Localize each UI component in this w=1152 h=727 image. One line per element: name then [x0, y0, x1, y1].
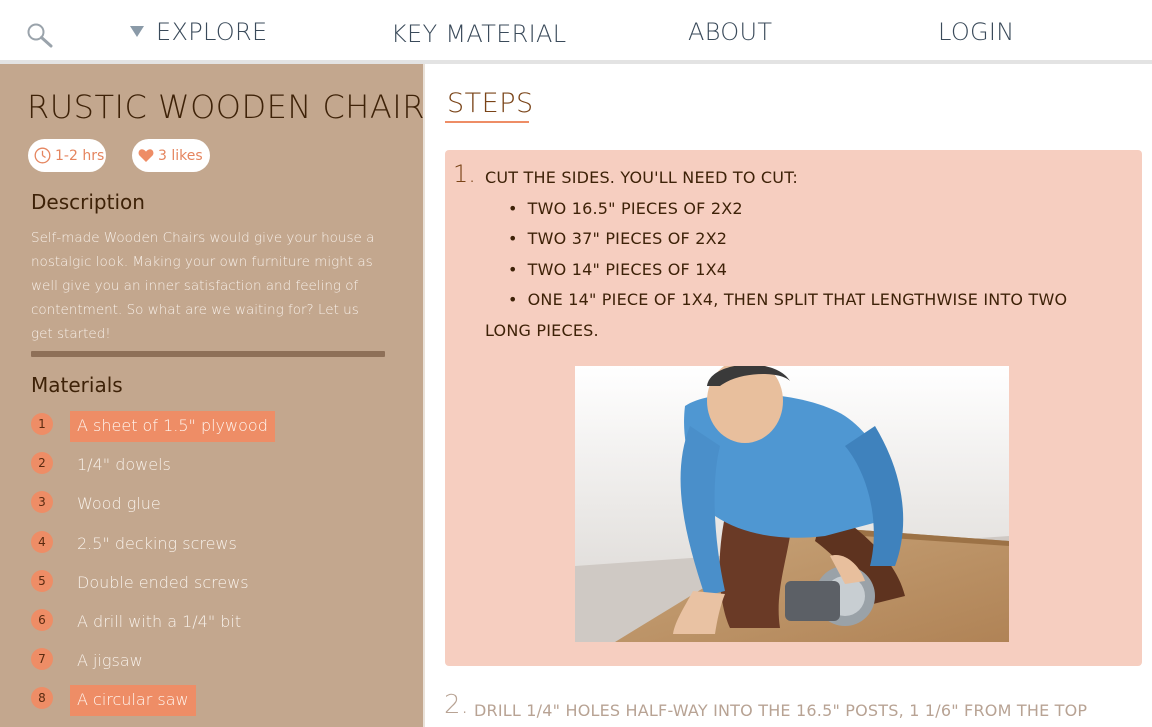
description-text: Self-made Wooden Chairs would give your … [31, 230, 375, 342]
nav-about[interactable]: ABOUT [688, 18, 772, 46]
project-sidebar: RUSTIC WOODEN CHAIR 1-2 hrs 3 likes Desc… [0, 64, 425, 727]
material-label: Wood glue [77, 494, 161, 514]
step-number-1: 1. [453, 160, 476, 188]
material-label: 1/4" dowels [77, 455, 171, 475]
material-label: 2.5" decking screws [77, 533, 237, 553]
description-heading: Description [31, 190, 145, 214]
material-label: Double ended screws [77, 572, 249, 592]
step-1-illustration [575, 366, 1009, 642]
nav-login[interactable]: LOGIN [938, 18, 1015, 46]
duration-badge: 1-2 hrs [28, 139, 106, 172]
likes-text: 3 likes [158, 147, 203, 164]
top-nav: EXPLORE KEY MATERIAL ABOUT LOGIN [0, 0, 1152, 60]
sidebar-edge [423, 64, 425, 727]
material-number: 3 [31, 491, 53, 514]
material-label: A jigsaw [77, 651, 143, 671]
steps-underline [445, 121, 529, 123]
likes-badge[interactable]: 3 likes [132, 139, 210, 172]
nav-explore[interactable]: EXPLORE [130, 18, 267, 46]
list-item[interactable]: 7 A jigsaw [31, 643, 401, 682]
material-label: A drill with a 1/4" bit [77, 611, 242, 631]
step-number-2: 2. [444, 690, 469, 720]
material-number: 2 [31, 452, 53, 475]
project-title: RUSTIC WOODEN CHAIR [27, 88, 425, 126]
duration-text: 1-2 hrs [55, 147, 105, 164]
nav-explore-label: EXPLORE [156, 18, 268, 46]
step-1-heading: Cut the sides. You'll need to cut: [485, 168, 799, 187]
step-1-bullet: One 14" piece of 1x4, then split that le… [508, 290, 1067, 309]
materials-list: 1 A sheet of 1.5" plywood 2 1/4" dowels 3 W… [31, 408, 401, 722]
list-item[interactable]: 2 1/4" dowels [31, 447, 401, 486]
material-label: A sheet of 1.5" plywood [70, 411, 275, 442]
list-item[interactable]: 8 A circular saw [31, 682, 401, 721]
step-1-bullet: Two 37" pieces of 2x2 [508, 229, 727, 248]
list-item[interactable]: 1 A sheet of 1.5" plywood [31, 408, 401, 447]
material-number: 8 [31, 687, 53, 710]
search-icon[interactable] [26, 22, 54, 48]
list-item[interactable]: 6 A drill with a 1/4" bit [31, 604, 401, 643]
step-1-bullet: Two 14" pieces of 1x4 [508, 260, 727, 279]
step-1-tail: long pieces. [485, 321, 599, 340]
list-item[interactable]: 3 Wood glue [31, 486, 401, 525]
material-number: 5 [31, 569, 53, 592]
material-number: 1 [31, 413, 53, 435]
step-2-heading: Drill 1/4" holes half-way into the 16.5"… [474, 701, 1088, 720]
nav-key-material[interactable]: KEY MATERIAL [391, 20, 566, 48]
material-number: 6 [31, 608, 53, 631]
list-item[interactable]: 5 Double ended screws [31, 565, 401, 604]
material-label: A circular saw [70, 685, 196, 717]
material-number: 4 [31, 530, 53, 553]
caret-down-icon [130, 25, 144, 37]
section-divider [31, 351, 385, 357]
step-1-bullet: Two 16.5" pieces of 2x2 [508, 199, 743, 218]
materials-heading: Materials [31, 373, 123, 397]
clock-icon [34, 147, 51, 164]
heart-icon [138, 149, 154, 162]
material-number: 7 [31, 648, 53, 671]
list-item[interactable]: 4 2.5" decking screws [31, 526, 401, 565]
steps-heading: STEPS [447, 88, 534, 119]
